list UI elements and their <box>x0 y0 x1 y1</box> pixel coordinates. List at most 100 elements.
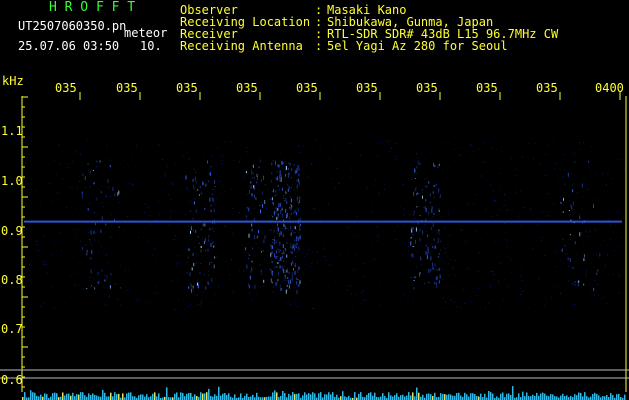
meteor-echo <box>100 191 102 194</box>
noise-dot <box>319 146 321 148</box>
meteor-echo <box>278 164 280 168</box>
noise-dot <box>243 248 244 250</box>
meteor-echo <box>438 269 440 271</box>
meteor-echo <box>292 260 294 265</box>
noise-dot <box>575 200 577 202</box>
meteor-echo <box>263 238 265 240</box>
noise-dot <box>505 231 507 233</box>
noise-dot <box>39 194 41 196</box>
noise-dot <box>58 163 60 165</box>
noise-dot <box>567 243 569 245</box>
noise-dot <box>256 293 258 295</box>
meteor-echo <box>583 258 585 262</box>
noise-dot <box>537 174 539 176</box>
meteor-echo <box>272 242 274 244</box>
meteor-echo <box>277 207 279 211</box>
meteor-echo <box>579 216 581 220</box>
meteor-echo <box>275 178 277 181</box>
noise-dot <box>73 229 75 231</box>
meteor-echo <box>288 271 290 274</box>
noise-dot <box>85 187 87 189</box>
meteor-echo <box>435 282 437 286</box>
meteor-echo <box>278 242 280 244</box>
x-tick-label: 035 <box>476 81 498 95</box>
noise-dot <box>544 305 545 307</box>
meteor-echo <box>205 183 207 187</box>
noise-dot <box>301 210 303 212</box>
noise-dot <box>548 145 549 147</box>
noise-dot <box>177 262 179 264</box>
noise-dot <box>537 217 539 219</box>
noise-dot <box>105 157 107 159</box>
noise-dot <box>382 249 384 251</box>
meteor-echo <box>272 239 274 240</box>
noise-dot <box>197 266 199 268</box>
meteor-echo <box>429 201 431 203</box>
noise-dot <box>591 146 593 148</box>
noise-dot <box>376 239 378 241</box>
noise-dot <box>623 168 625 170</box>
noise-dot <box>391 207 393 209</box>
noise-dot <box>114 283 116 285</box>
meteor-echo <box>428 269 430 274</box>
meteor-echo <box>96 197 98 201</box>
noise-dot <box>249 186 251 188</box>
noise-dot <box>350 285 352 287</box>
noise-dot <box>389 151 391 153</box>
meteor-echo <box>414 276 416 279</box>
meteor-echo <box>572 266 574 269</box>
noise-dot <box>260 202 262 203</box>
meteor-echo <box>577 282 579 287</box>
meteor-echo <box>276 216 278 220</box>
noise-dot <box>136 147 137 149</box>
noise-dot <box>184 214 186 216</box>
noise-dot <box>414 218 416 219</box>
meteor-echo <box>106 275 108 280</box>
noise-dot <box>218 158 220 160</box>
noise-dot <box>294 302 296 303</box>
noise-dot <box>200 302 202 304</box>
noise-dot <box>406 218 408 220</box>
spectrum-sample <box>224 393 226 400</box>
noise-dot <box>488 142 490 144</box>
noise-dot <box>574 303 576 305</box>
meteor-echo <box>271 273 273 276</box>
meteor-echo <box>246 207 248 209</box>
meteor-echo <box>583 283 585 286</box>
noise-dot <box>413 298 414 300</box>
meteor-echo <box>432 246 434 249</box>
spectrum-sample <box>570 395 572 400</box>
noise-dot <box>515 192 517 194</box>
meteor-echo <box>99 160 101 163</box>
meteor-echo <box>427 246 429 251</box>
noise-dot <box>196 305 198 307</box>
noise-dot <box>352 169 353 171</box>
meteor-echo <box>432 267 434 270</box>
meteor-echo <box>560 201 562 204</box>
spectrum-sample <box>204 393 206 400</box>
noise-dot <box>586 270 588 272</box>
noise-dot <box>553 141 555 143</box>
noise-dot <box>58 231 60 233</box>
meteor-echo <box>424 206 426 210</box>
meteor-echo <box>291 168 293 171</box>
meteor-echo <box>430 193 432 197</box>
noise-dot <box>164 175 166 177</box>
meteor-echo <box>279 170 281 175</box>
noise-dot <box>232 208 234 210</box>
y-tick-label: 0.6 <box>1 373 23 387</box>
noise-dot <box>307 252 309 254</box>
meteor-echo <box>207 281 209 285</box>
noise-dot <box>554 251 555 253</box>
noise-dot <box>89 257 91 259</box>
noise-dot <box>153 292 155 294</box>
meteor-echo <box>278 260 280 262</box>
noise-dot <box>232 233 234 235</box>
spectrum-sample <box>480 393 482 400</box>
spectrum-sample <box>156 396 158 400</box>
meteor-echo <box>258 230 259 233</box>
noise-dot <box>546 215 548 217</box>
meteor-echo <box>252 164 254 168</box>
noise-dot <box>229 274 230 276</box>
noise-dot <box>282 279 284 281</box>
